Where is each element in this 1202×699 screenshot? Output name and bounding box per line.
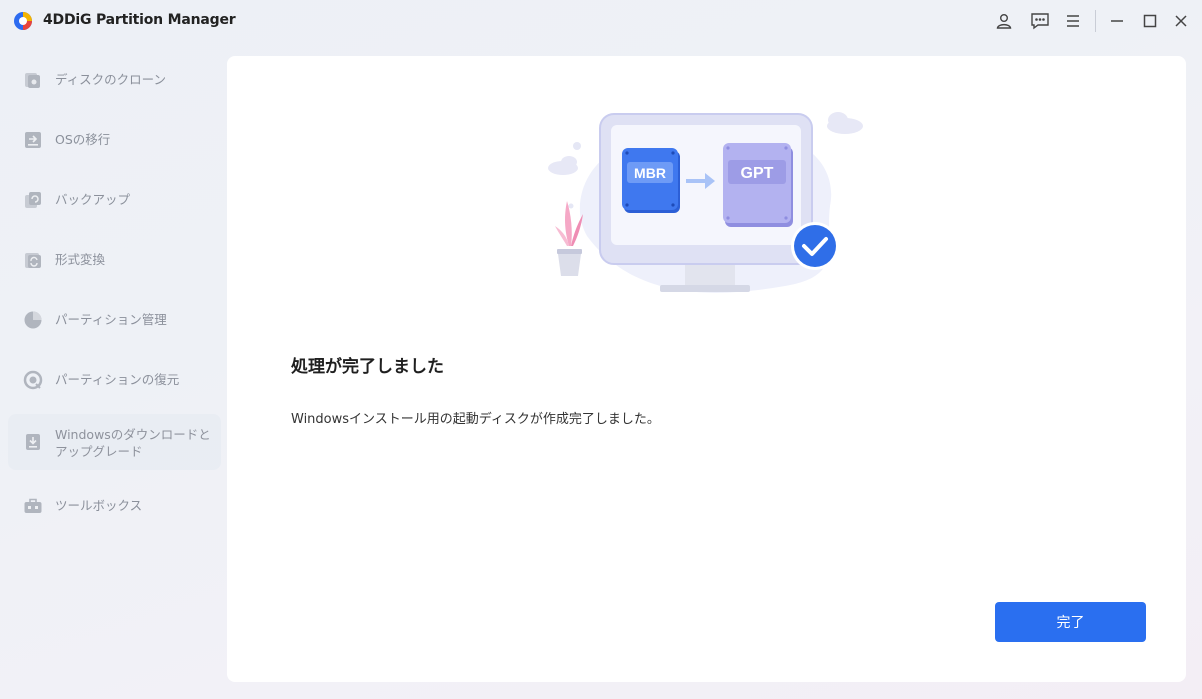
app-title: 4DDiG Partition Manager	[43, 12, 236, 28]
plant-icon	[555, 201, 583, 276]
status-message: Windowsインストール用の起動ディスクが作成完了しました。	[291, 412, 660, 427]
mbr-label: MBR	[634, 165, 666, 181]
done-button[interactable]: 完了	[995, 602, 1146, 642]
close-icon[interactable]	[1167, 8, 1195, 34]
title-bar: 4DDiG Partition Manager	[0, 0, 1202, 44]
windows-download-icon	[26, 434, 40, 450]
check-icon	[794, 225, 836, 267]
sidebar-item-partition-manage[interactable]: パーティション管理	[8, 292, 221, 348]
sidebar-item-partition-recovery[interactable]: パーティションの復元	[8, 352, 221, 408]
format-convert-icon	[25, 253, 41, 268]
menu-icon[interactable]	[1059, 8, 1087, 34]
os-migrate-icon	[25, 132, 41, 148]
minimize-icon[interactable]	[1103, 8, 1131, 34]
gpt-label: GPT	[741, 165, 774, 182]
feedback-icon[interactable]	[1026, 8, 1054, 34]
sidebar-item-windows-download[interactable]: Windowsのダウンロードと アップグレード	[8, 414, 221, 470]
main-panel: MBR GPT 処理が完了しました Windowsインストール用の起動ディスクが…	[227, 56, 1186, 682]
mbr-to-gpt-illustration: MBR GPT	[548, 112, 863, 293]
sidebar-item-label-line2: アップグレード	[55, 444, 143, 459]
sidebar-item-toolbox[interactable]: ツールボックス	[8, 478, 221, 534]
sidebar-item-os-migration[interactable]: OSの移行	[8, 112, 221, 168]
sidebar: ディスクのクローン OSの移行 バックアップ 形式変換 パーティション管理 パー…	[0, 50, 228, 699]
titlebar-divider	[1095, 10, 1096, 32]
partition-manage-icon	[24, 311, 42, 329]
sidebar-item-disk-clone[interactable]: ディスクのクローン	[8, 52, 221, 108]
app-logo-icon	[14, 12, 32, 30]
toolbox-icon	[24, 498, 42, 513]
sidebar-item-format-convert[interactable]: 形式変換	[8, 232, 221, 288]
disk-clone-icon	[25, 73, 40, 88]
sidebar-item-label: Windowsのダウンロードと	[55, 427, 211, 442]
sidebar-item-backup[interactable]: バックアップ	[8, 172, 221, 228]
backup-icon	[25, 192, 41, 208]
partition-recovery-icon	[23, 370, 43, 390]
account-icon[interactable]	[990, 8, 1018, 34]
maximize-icon[interactable]	[1136, 8, 1164, 34]
page-title: 処理が完了しました	[291, 357, 444, 377]
